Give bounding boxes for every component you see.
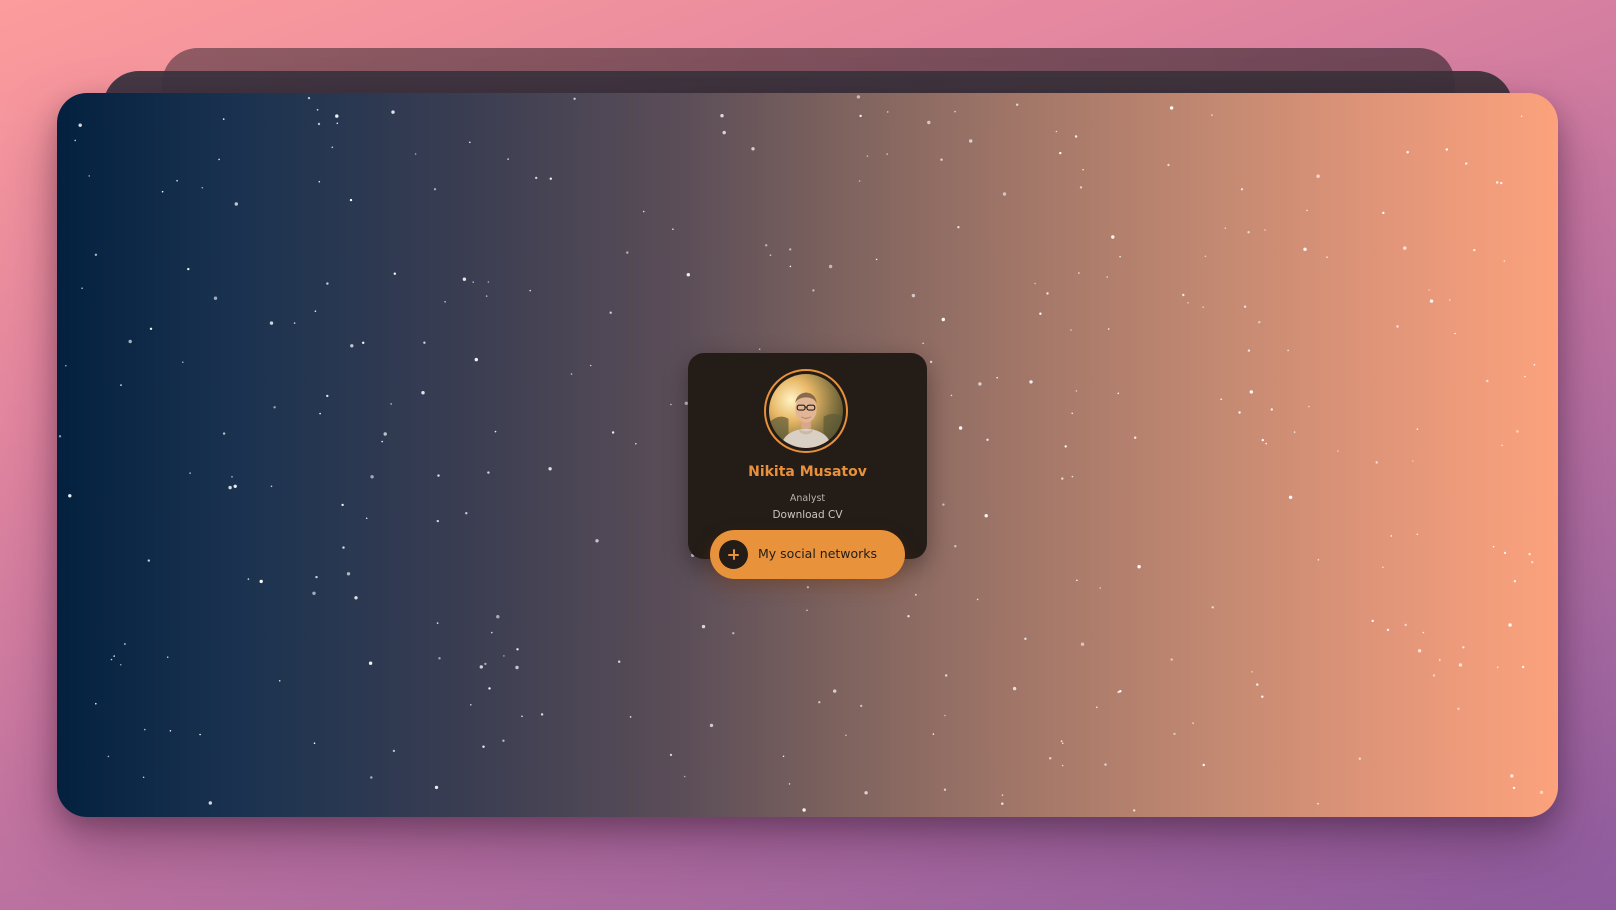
social-networks-button[interactable]: My social networks [710,530,905,579]
profile-card: Nikita Musatov Analyst Download CV [688,353,927,559]
avatar [769,374,843,448]
download-cv-link[interactable]: Download CV [688,509,927,521]
profile-role: Analyst [789,493,826,504]
profile-name: Nikita Musatov [748,464,867,480]
social-networks-label: My social networks [758,546,878,561]
avatar-ring [764,369,848,453]
plus-icon [719,540,748,569]
hero-card: Nikita Musatov Analyst Download CV My so… [57,93,1558,817]
